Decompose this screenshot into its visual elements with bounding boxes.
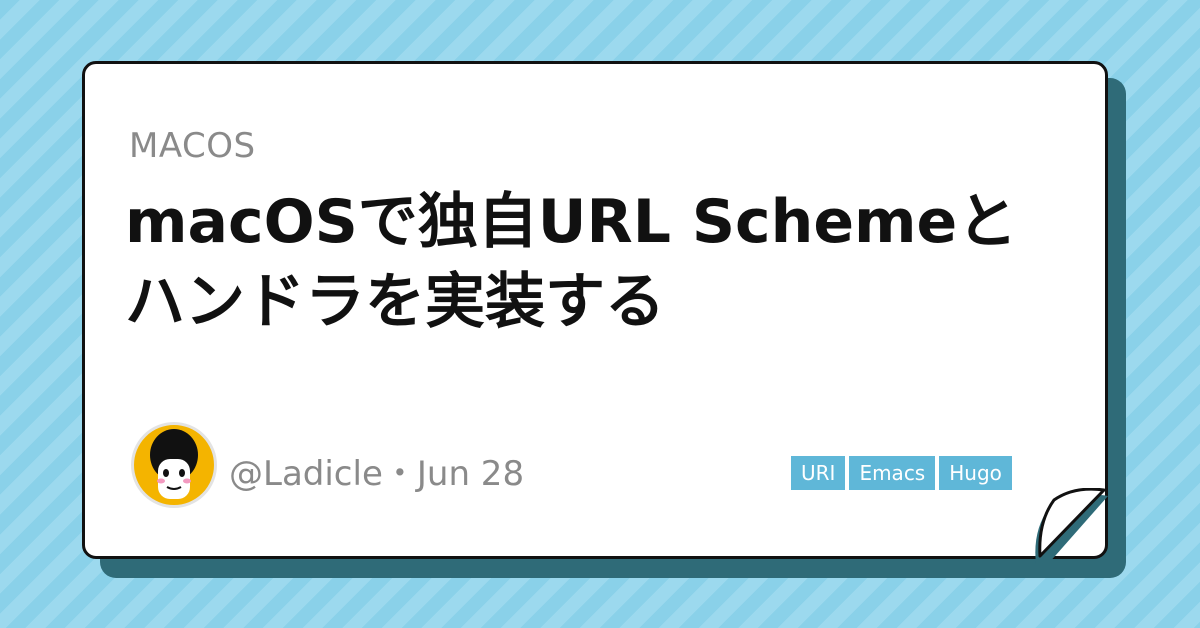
page-curl-icon — [1035, 488, 1108, 564]
author-handle[interactable]: @Ladicle — [229, 454, 383, 494]
tag-uri[interactable]: URI — [791, 456, 846, 490]
article-card[interactable]: MACOS macOSで独自URL Schemeとハンドラを実装する @Ladi… — [82, 61, 1108, 559]
avatar-character-icon — [150, 429, 198, 499]
tag-hugo[interactable]: Hugo — [939, 456, 1012, 490]
publish-date: Jun 28 — [416, 454, 525, 494]
category-label: MACOS — [129, 126, 256, 166]
author-avatar — [131, 422, 217, 508]
author-meta: @Ladicle・Jun 28 — [229, 446, 524, 495]
article-title: macOSで独自URL Schemeとハンドラを実装する — [125, 187, 1018, 337]
tag-list: URI Emacs Hugo — [791, 456, 1012, 490]
tag-emacs[interactable]: Emacs — [849, 456, 936, 490]
meta-separator: ・ — [382, 454, 417, 494]
